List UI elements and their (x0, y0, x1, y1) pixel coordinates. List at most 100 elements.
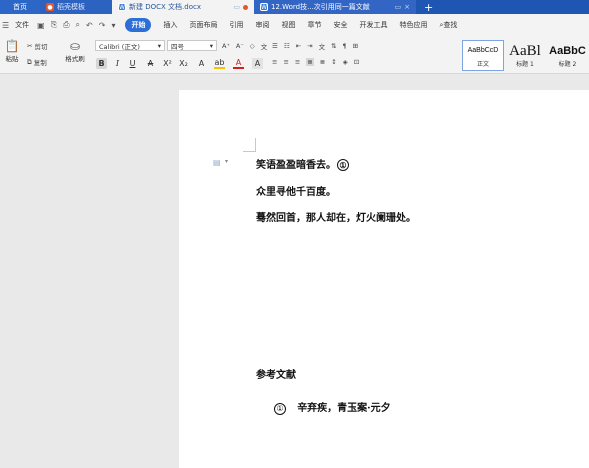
clipboard-icon: 📋 (4, 39, 20, 53)
superscript-button[interactable]: X² (162, 58, 173, 69)
tab-template-label: 稻壳模板 (57, 3, 85, 11)
chevron-down-icon: ▾ (157, 41, 161, 50)
font-name-select[interactable]: Calibri (正文) ▾ (95, 40, 165, 51)
font-color-button[interactable]: A (233, 58, 244, 69)
style-heading-2-caption: 标题 2 (558, 61, 577, 68)
cut-label: 剪切 (34, 43, 48, 51)
monitor-icon[interactable]: ▭ (233, 3, 240, 11)
italic-button[interactable]: I (112, 58, 123, 69)
font-size-select[interactable]: 四号 ▾ (167, 40, 217, 51)
print-icon[interactable]: ⎙ (63, 20, 69, 30)
cut-button[interactable]: ✂ 剪切 (27, 41, 48, 51)
monitor-icon[interactable]: ▭ (395, 3, 402, 11)
footnote-text: 辛弃疾，青玉案·元夕 (297, 403, 391, 414)
shading-icon[interactable]: ◈ (343, 58, 348, 66)
line-2-text: 众里寻他千百度。 (256, 187, 336, 198)
char-shading-button[interactable]: A (252, 58, 263, 69)
tab-active-document[interactable]: W 新建 DOCX 文档.docx ▭ (112, 0, 254, 14)
menu-item-references[interactable]: 引用 (229, 20, 243, 30)
decrease-indent-icon[interactable]: ⇤ (296, 42, 301, 50)
menu-item-features[interactable]: 特色应用 (399, 20, 427, 30)
menu-item-security[interactable]: 安全 (333, 20, 347, 30)
tab-home[interactable]: 首页 (0, 0, 40, 14)
style-heading-1[interactable]: AaBl 标题 1 (505, 40, 545, 71)
copy-label: 复制 (33, 59, 47, 67)
chevron-down-icon[interactable]: ▾ (225, 158, 228, 165)
show-marks-icon[interactable]: ¶ (343, 42, 347, 50)
tab-second-document-label: 12.Word技...次引用同一篇文献 (271, 3, 370, 11)
bullet-list-icon[interactable]: ☰ (272, 42, 278, 50)
footnote-marker: ① (274, 403, 286, 415)
document-line-1[interactable]: 笑语盈盈暗香去。 ① (256, 156, 349, 171)
unsaved-dot-icon (243, 4, 248, 10)
chinese-layout-icon[interactable]: 文 (319, 41, 326, 51)
line-spacing-icon[interactable]: ↕ (331, 58, 336, 66)
strikethrough-button[interactable]: A (145, 58, 156, 69)
export-pdf-icon[interactable]: ⎘ (51, 20, 57, 30)
tab-second-document[interactable]: W 12.Word技...次引用同一篇文献 ▭ × (254, 0, 416, 14)
copy-button[interactable]: ⧉ 复制 (27, 57, 47, 68)
align-center-icon[interactable]: ≡ (283, 58, 288, 66)
footnote-reference-mark[interactable]: ① (337, 159, 349, 171)
menu-file[interactable]: 文件 (15, 20, 29, 30)
shrink-font-icon[interactable]: A⁻ (236, 42, 244, 50)
document-line-2[interactable]: 众里寻他千百度。 (256, 183, 336, 198)
borders-icon[interactable]: ⊡ (354, 58, 359, 66)
menu-item-chapter[interactable]: 章节 (307, 20, 321, 30)
clear-format-icon[interactable]: ◇ (250, 42, 255, 50)
style-normal-caption: 正文 (476, 61, 489, 68)
sort-icon[interactable]: ⇅ (331, 42, 336, 50)
style-normal[interactable]: AaBbCcD 正文 (462, 40, 504, 71)
new-tab-button[interactable]: + (416, 0, 441, 14)
style-normal-sample: AaBbCcD (467, 47, 499, 54)
align-right-icon[interactable]: ≡ (295, 58, 300, 66)
table-icon[interactable]: ⊞ (353, 42, 358, 50)
hamburger-menu-icon[interactable]: ☰ (2, 21, 9, 30)
save-icon[interactable]: ▣ (37, 21, 45, 30)
style-heading-1-caption: 标题 1 (516, 61, 534, 68)
underline-button[interactable]: U (127, 58, 138, 69)
phonetic-guide-icon[interactable]: 文 (261, 41, 268, 51)
scissors-icon: ✂ (27, 42, 33, 50)
format-painter-label: 格式刷 (65, 55, 85, 63)
footnote-entry[interactable]: ① 辛弃疾，青玉案·元夕 (273, 399, 391, 415)
menu-bar: ☰ 文件 ▣ ⎘ ⎙ ⌕ ↶ ↷ ▾ 开始 插入 页面布局 引用 审阅 视图 章… (0, 14, 589, 36)
menu-item-page-layout[interactable]: 页面布局 (189, 20, 217, 30)
font-size-tools: A⁺ A⁻ ◇ 文 (222, 41, 267, 51)
docer-icon: ● (46, 3, 54, 11)
highlight-button[interactable]: ab (214, 58, 225, 69)
style-heading-2[interactable]: AaBbC 标题 2 (546, 40, 589, 71)
tab-template[interactable]: ● 稻壳模板 (40, 0, 112, 14)
tab-bar: 首页 ● 稻壳模板 W 新建 DOCX 文档.docx ▭ W 12.Word技… (0, 0, 589, 14)
grow-font-icon[interactable]: A⁺ (222, 42, 230, 50)
chevron-down-icon: ▾ (209, 41, 213, 50)
menu-item-view[interactable]: 视图 (281, 20, 295, 30)
print-preview-icon[interactable]: ⌕ (76, 20, 80, 30)
increase-indent-icon[interactable]: ⇥ (307, 42, 312, 50)
copy-icon: ⧉ (27, 57, 32, 66)
distributed-icon[interactable]: ≣ (320, 58, 325, 66)
menu-item-insert[interactable]: 插入 (163, 20, 177, 30)
close-icon[interactable]: × (404, 3, 410, 11)
line-3-text: 蓦然回首，那人却在，灯火阑珊处。 (256, 213, 416, 224)
document-line-3[interactable]: 蓦然回首，那人却在，灯火阑珊处。 (256, 209, 416, 224)
quick-access-dropdown-icon[interactable]: ▾ (111, 21, 115, 30)
justify-icon[interactable]: ≣ (306, 58, 314, 66)
undo-icon[interactable]: ↶ (86, 21, 93, 30)
font-name-value: Calibri (正文) (99, 42, 140, 51)
margin-corner-mark (243, 151, 256, 152)
menu-item-review[interactable]: 审阅 (255, 20, 269, 30)
align-left-icon[interactable]: ≡ (272, 58, 277, 66)
format-painter-button[interactable]: ⛀ 格式刷 (62, 39, 88, 63)
menu-item-developer[interactable]: 开发工具 (359, 20, 387, 30)
menu-start[interactable]: 开始 (125, 18, 152, 32)
paste-button[interactable]: 📋 粘贴 (1, 39, 23, 63)
bold-button[interactable]: B (96, 58, 107, 69)
references-heading[interactable]: 参考文献 (256, 366, 296, 381)
search-menu[interactable]: ⌕查找 (439, 20, 457, 30)
redo-icon[interactable]: ↷ (99, 21, 106, 30)
paragraph-anchor-icon[interactable]: ▤ (213, 158, 221, 167)
numbered-list-icon[interactable]: ☷ (284, 42, 290, 50)
subscript-button[interactable]: X₂ (178, 58, 189, 69)
text-effect-button[interactable]: A (196, 58, 207, 69)
